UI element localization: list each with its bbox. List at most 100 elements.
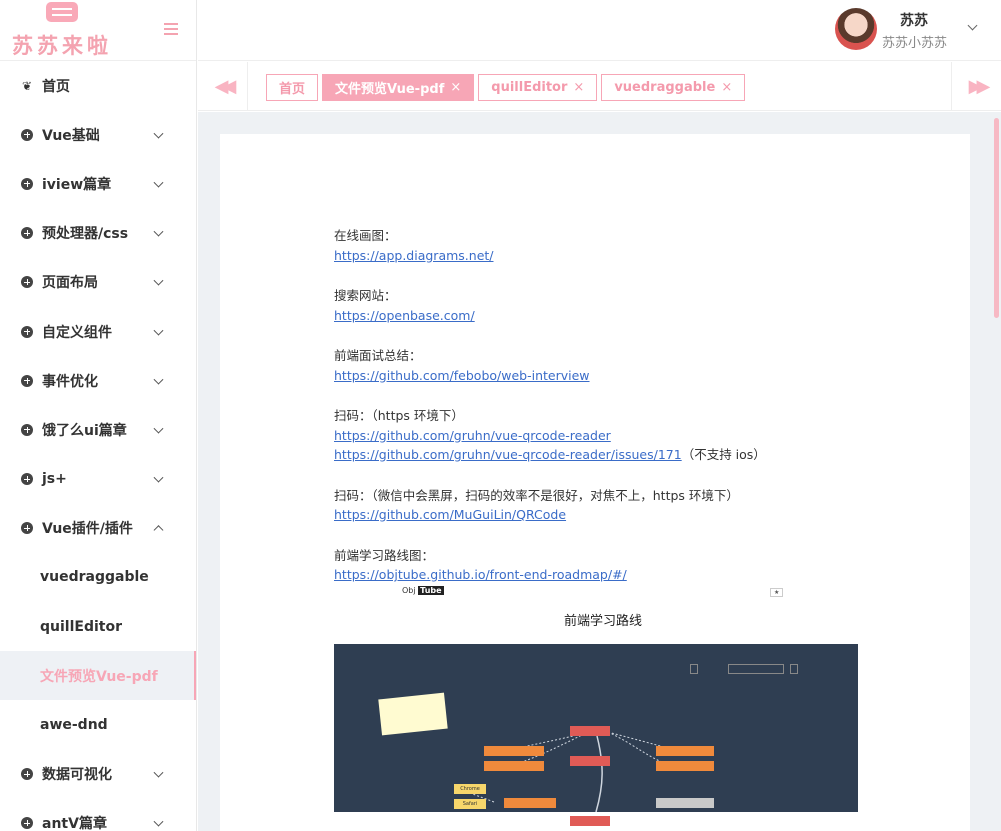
circle-plus-icon — [20, 128, 34, 142]
sidebar-menu: ❦ 首页 Vue基础 iview篇章预处理器/css 页面布局 自定义组件 事件优化 饿了么u… — [0, 61, 196, 831]
circle-plus-icon — [20, 226, 34, 240]
doc-line: 扫码：（https 环境下） — [334, 406, 874, 426]
circle-plus-glyph — [21, 817, 33, 830]
menu-toggle-icon[interactable] — [164, 23, 178, 35]
top-header: 苏苏 苏苏小苏苏 — [198, 0, 1001, 61]
scrollbar[interactable] — [994, 118, 999, 318]
doc-link[interactable]: https://github.com/febobo/web-interview — [334, 368, 590, 383]
sidebar-item-label: iview篇章 — [42, 176, 112, 193]
sidebar-item-0[interactable]: ❦ 首页 — [0, 61, 196, 110]
circle-plus-glyph — [21, 522, 33, 535]
close-icon[interactable]: × — [573, 80, 584, 95]
paw-icon: ❦ — [20, 79, 34, 93]
close-icon[interactable]: × — [721, 80, 732, 95]
sidebar-item-11[interactable]: quillEditor — [0, 602, 196, 651]
sidebar-item-1[interactable]: Vue基础 — [0, 110, 196, 159]
doc-block: 搜索网站： https://openbase.com/ — [334, 286, 874, 325]
chevron-down-icon[interactable] — [967, 20, 978, 31]
logo-text: 苏苏来啦 — [12, 33, 112, 58]
paw-glyph: ❦ — [21, 78, 33, 93]
chevron-down-icon — [153, 275, 164, 286]
chevron-down-icon — [153, 423, 164, 434]
doc-link[interactable]: https://github.com/gruhn/vue-qrcode-read… — [334, 447, 682, 462]
sidebar-item-9[interactable]: Vue插件/插件 — [0, 504, 196, 553]
doc-block: 在线画图： https://app.diagrams.net/ — [334, 226, 874, 265]
roadmap-node: Safari — [454, 799, 486, 809]
sidebar-item-10[interactable]: vuedraggable — [0, 553, 196, 602]
user-subtitle: 苏苏小苏苏 — [882, 36, 948, 51]
circle-plus-icon — [20, 816, 34, 830]
doc-line: https://github.com/MuGuiLin/QRCode — [334, 505, 874, 525]
user-name: 苏苏 — [900, 13, 928, 29]
doc-line: 搜索网站： — [334, 286, 874, 306]
doc-link[interactable]: https://objtube.github.io/front-end-road… — [334, 567, 627, 582]
doc-line: 在线画图： — [334, 226, 874, 246]
roadmap-node — [656, 761, 714, 771]
star-badge: ★ — [770, 588, 784, 597]
circle-plus-icon — [20, 423, 34, 437]
sidebar-item-12[interactable]: 文件预览Vue-pdf — [0, 651, 196, 701]
doc-block: 扫码：（微信中会黑屏，扫码的效率不是很好，对焦不上，https 环境下） http… — [334, 486, 874, 525]
doc-link[interactable]: https://github.com/MuGuiLin/QRCode — [334, 507, 566, 522]
pdf-document: 在线画图： https://app.diagrams.net/搜索网站： https… — [334, 226, 874, 606]
sidebar-item-3[interactable]: 预处理器/css — [0, 209, 196, 258]
circle-plus-icon — [20, 177, 34, 191]
doc-link[interactable]: https://app.diagrams.net/ — [334, 248, 494, 263]
scroll-right-button[interactable]: ▶▶ — [951, 62, 1001, 111]
logo-icon — [46, 2, 78, 22]
sidebar-item-label: awe-dnd — [40, 717, 108, 734]
circle-plus-glyph — [21, 177, 33, 190]
sidebar-item-5[interactable]: 自定义组件 — [0, 307, 196, 356]
doc-text: 在线画图： — [334, 228, 397, 243]
doc-block: 扫码：（https 环境下） https://github.com/gruhn/v… — [334, 406, 874, 465]
doc-link-note: （不支持 ios） — [681, 447, 766, 462]
chevron-down-icon — [153, 325, 164, 336]
tab-3[interactable]: vuedraggable × — [601, 74, 746, 101]
doc-line: 扫码：（微信中会黑屏，扫码的效率不是很好，对焦不上，https 环境下） — [334, 486, 874, 506]
doc-line: 前端学习路线图： — [334, 546, 874, 566]
doc-line: https://app.diagrams.net/ — [334, 246, 874, 266]
roadmap-canvas: Chrome Safari — [334, 644, 858, 826]
logo-area: 苏苏来啦 — [0, 0, 196, 61]
sidebar-item-15[interactable]: antV篇章 — [0, 799, 196, 831]
circle-plus-glyph — [21, 473, 33, 486]
chevron-down-icon — [153, 817, 164, 827]
avatar[interactable] — [835, 8, 877, 50]
tabs: 首页 文件预览Vue-pdf × quillEditor × vuedraggable × — [266, 74, 746, 101]
logo: 苏苏来啦 — [0, 0, 130, 60]
doc-line: https://github.com/gruhn/vue-qrcode-read… — [334, 426, 874, 446]
sidebar-item-label: 数据可视化 — [42, 767, 112, 784]
tab-label: quillEditor — [491, 80, 568, 95]
doc-block: 前端面试总结： https://github.com/febobo/web-int… — [334, 346, 874, 385]
scroll-left-button[interactable]: ◀◀ — [198, 62, 248, 111]
close-icon[interactable]: × — [450, 80, 461, 95]
roadmap-node — [570, 816, 610, 826]
tab-2[interactable]: quillEditor × — [478, 74, 598, 101]
roadmap-node — [570, 756, 610, 766]
doc-text: 扫码：（微信中会黑屏，扫码的效率不是很好，对焦不上，https 环境下） — [334, 487, 739, 503]
doc-text: 搜索网站： — [334, 288, 397, 303]
roadmap-node — [504, 798, 556, 808]
sidebar-item-8[interactable]: js+ — [0, 455, 196, 504]
sidebar-item-14[interactable]: 数据可视化 — [0, 750, 196, 799]
tab-0[interactable]: 首页 — [266, 74, 319, 101]
circle-plus-icon — [20, 767, 34, 781]
sidebar-item-7[interactable]: 饿了么ui篇章 — [0, 405, 196, 454]
doc-link[interactable]: https://openbase.com/ — [334, 308, 475, 323]
circle-plus-glyph — [21, 128, 33, 141]
chevron-up-icon — [153, 525, 164, 536]
sidebar-item-2[interactable]: iview篇章 — [0, 159, 196, 208]
sidebar-item-13[interactable]: awe-dnd — [0, 700, 196, 749]
tab-1[interactable]: 文件预览Vue-pdf × — [322, 74, 475, 101]
roadmap-node — [484, 746, 544, 756]
sidebar-item-6[interactable]: 事件优化 — [0, 356, 196, 405]
sidebar-item-label: quillEditor — [40, 618, 122, 635]
roadmap-brand: Obj Tube — [402, 586, 444, 595]
doc-line: 前端面试总结： — [334, 346, 874, 366]
circle-plus-glyph — [21, 227, 33, 240]
chevron-down-icon — [153, 177, 164, 188]
sidebar-item-4[interactable]: 页面布局 — [0, 258, 196, 307]
circle-plus-icon — [20, 374, 34, 388]
sidebar-item-label: Vue插件/插件 — [42, 521, 133, 538]
doc-link[interactable]: https://github.com/gruhn/vue-qrcode-read… — [334, 428, 611, 443]
